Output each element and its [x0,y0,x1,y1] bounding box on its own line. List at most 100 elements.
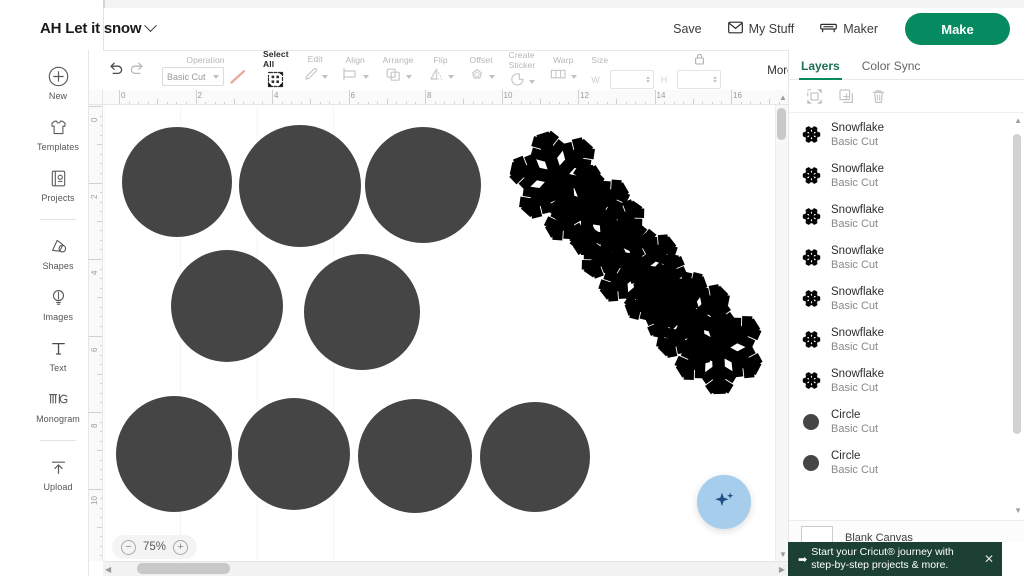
ruler-minor-tick [721,101,723,104]
ruler-minor-tick [444,101,446,104]
minus-circle-icon[interactable]: − [121,539,136,555]
canvas-shape-circle[interactable] [358,399,472,513]
cricut-design-space-app: AH Let it snow Save My Stuff Maker Make [0,0,1024,576]
flip-label: Flip [433,54,448,65]
lock-icon[interactable] [694,52,705,70]
duplicate-icon[interactable] [833,84,859,108]
warp-button[interactable] [549,67,578,86]
canvas-shape-circle[interactable] [365,127,481,243]
canvas-shape-circle[interactable] [304,254,420,370]
project-title[interactable]: AH Let it snow [40,19,158,37]
design-canvas[interactable] [104,106,774,561]
make-button[interactable]: Make [905,13,1010,45]
ruler-minor-tick [99,431,102,433]
sidebar-item-new[interactable]: New [28,64,89,101]
ruler-minor-tick [310,99,312,104]
layers-scroll-thumb[interactable] [1013,134,1021,434]
canvas-shape-circle[interactable] [238,398,350,510]
layer-row[interactable]: Snowflake Basic Cut [789,114,1024,155]
undo-button[interactable] [104,61,126,81]
layer-row[interactable]: Circle Basic Cut [789,442,1024,483]
scroll-down-arrow-icon[interactable]: ▼ [779,550,787,559]
group-icon[interactable] [801,84,827,108]
canvas-shape-circle[interactable] [122,127,232,237]
arrange-button[interactable] [385,67,412,87]
ruler-tick-label: 14 [656,91,666,100]
edit-button[interactable] [303,66,328,87]
sidebar-item-templates[interactable]: Templates [28,115,89,152]
sidebar-item-images[interactable]: Images [28,285,89,322]
machine-selector-button[interactable]: Maker [807,8,891,50]
scroll-right-arrow-icon[interactable]: ▶ [779,565,785,574]
ruler-tick [89,106,102,107]
canvas-shape-circle[interactable] [171,250,283,362]
scroll-up-arrow-icon[interactable]: ▲ [779,93,787,102]
sidebar-item-upload[interactable]: Upload [28,455,89,492]
sidebar-item-shapes[interactable]: Shapes [28,234,89,271]
ruler-minor-tick [711,101,713,104]
sidebar-item-text[interactable]: Text [28,336,89,373]
close-icon[interactable]: ✕ [978,552,994,566]
layer-row[interactable]: Snowflake Basic Cut [789,155,1024,196]
layer-row[interactable]: Snowflake Basic Cut [789,196,1024,237]
layer-operation: Basic Cut [831,340,879,353]
operation-group: Operation Basic Cut [155,51,256,90]
ruler-minor-tick [692,99,694,104]
width-input[interactable] [609,70,654,89]
ruler-minor-tick [587,101,589,104]
ruler-tick-label: 8 [427,91,432,100]
canvas-shape-circle[interactable] [239,125,361,247]
layers-scroll-down-arrow-icon[interactable]: ▼ [1014,506,1022,515]
ai-assistant-button[interactable] [697,475,751,529]
ruler-minor-tick [99,211,102,213]
canvas-vertical-scroll-thumb[interactable] [777,108,786,140]
ruler-minor-tick [99,536,102,538]
left-gutter [0,50,28,576]
create-sticker-button[interactable] [509,72,535,92]
layer-row[interactable]: Circle Basic Cut [789,401,1024,442]
layer-row[interactable]: Snowflake Basic Cut [789,360,1024,401]
operation-select[interactable]: Basic Cut [162,67,224,86]
lightbulb-image-icon [48,285,69,309]
canvas-shape-circle[interactable] [480,402,590,512]
save-button[interactable]: Save [660,8,715,50]
my-stuff-button[interactable]: My Stuff [715,8,808,50]
plus-circle-icon[interactable]: + [173,539,189,555]
canvas-vertical-scrollbar[interactable]: ▲ ▼ [775,93,788,561]
canvas-shape-circle[interactable] [116,396,232,512]
ruler-minor-tick [769,99,771,104]
height-stepper[interactable] [713,76,718,83]
right-arrow-icon: ➡ [798,553,808,566]
width-stepper[interactable] [645,76,650,83]
promo-banner[interactable]: ➡ Start your Cricut® journey with step-b… [788,542,1002,576]
layer-row[interactable]: Snowflake Basic Cut [789,278,1024,319]
sidebar-item-projects[interactable]: Projects [28,166,89,203]
layer-operation: Basic Cut [831,135,879,148]
layer-row[interactable]: Snowflake Basic Cut [789,237,1024,278]
redo-button[interactable] [126,61,148,81]
browser-tab-edge [103,0,105,8]
ruler-minor-tick [99,268,102,270]
ruler-minor-tick [367,101,369,104]
color-swatch-button[interactable] [227,67,249,86]
ruler-minor-tick [99,249,102,251]
warp-label: Warp [553,55,574,65]
canvas-horizontal-scroll-thumb[interactable] [137,563,230,574]
ruler-minor-tick [491,101,493,104]
ruler-minor-tick [759,101,761,104]
sidebar-item-monogram[interactable]: Monogram [28,387,89,424]
tab-color-sync[interactable]: Color Sync [862,59,921,79]
ruler-minor-tick [664,101,666,104]
trash-icon[interactable] [865,84,891,108]
scroll-left-arrow-icon[interactable]: ◀ [105,565,111,574]
layer-row[interactable]: Snowflake Basic Cut [789,319,1024,360]
flip-button[interactable] [428,67,454,87]
left-sidebar: New Templates Projects Shapes Images Tex… [28,50,89,576]
tab-layers[interactable]: Layers [799,59,842,80]
layers-list[interactable]: Snowflake Basic Cut Snowflake Basic Cut Snow… [789,114,1024,520]
align-button[interactable] [342,67,369,86]
height-input[interactable] [677,70,722,89]
ruler-minor-tick [99,364,102,366]
offset-button[interactable] [468,67,495,87]
chevron-down-icon[interactable] [144,19,158,33]
